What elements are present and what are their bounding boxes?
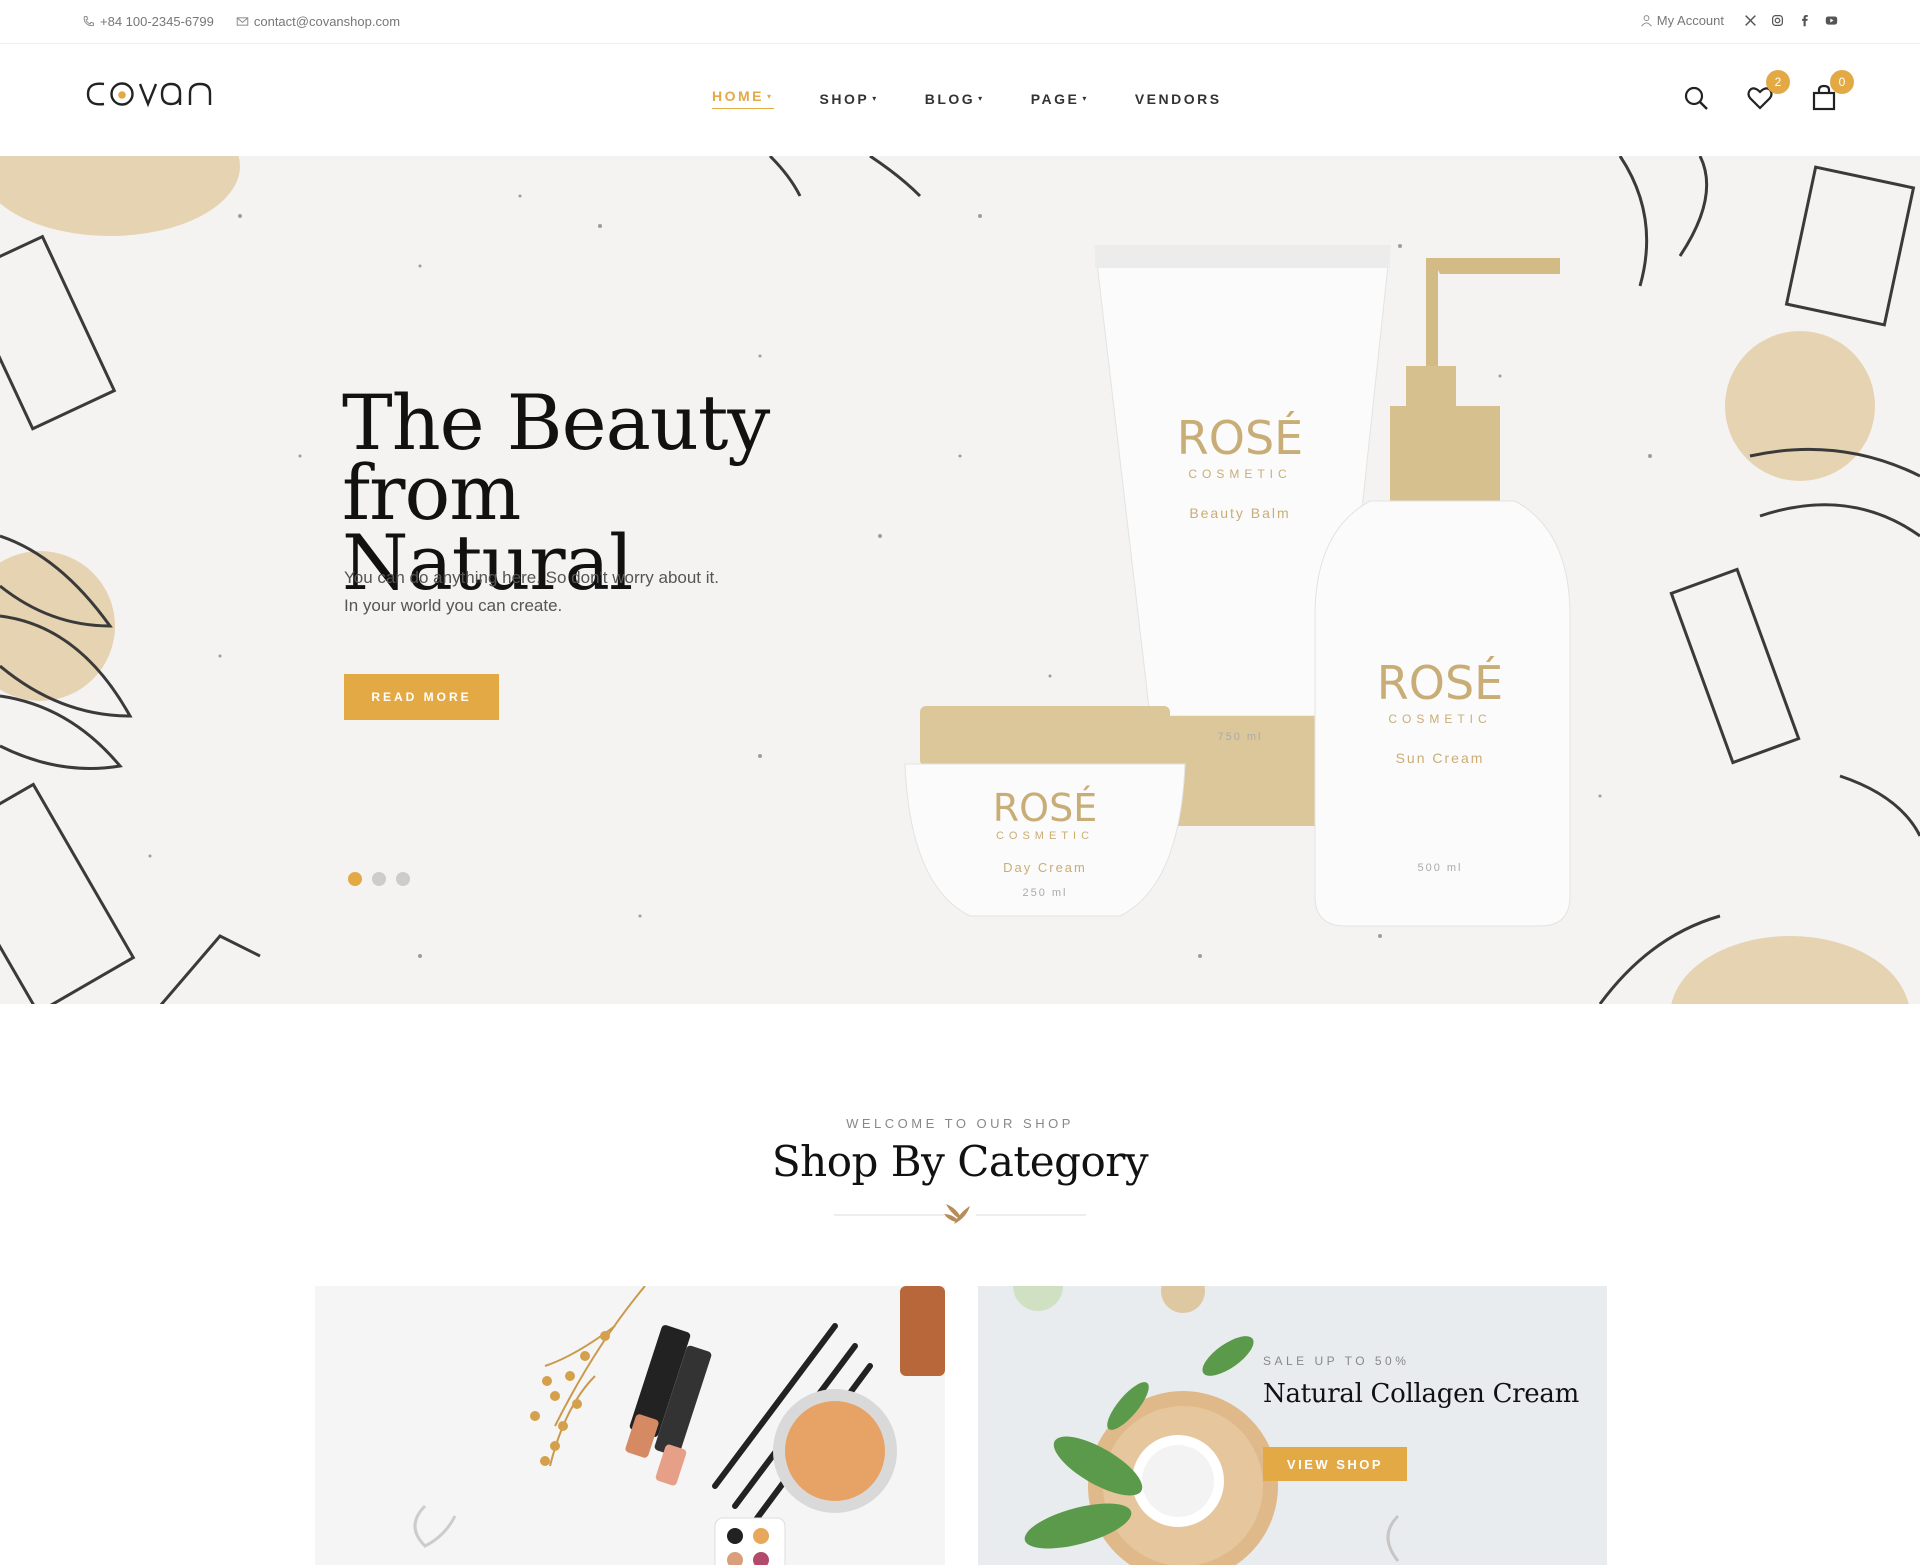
cart-count-badge: 0 <box>1830 70 1854 94</box>
slider-dot-2[interactable] <box>372 872 386 886</box>
makeup-category-image <box>413 1286 945 1565</box>
nav-vendors-label: VENDORS <box>1134 90 1222 107</box>
product-pump-bottle: ROSÉ COSMETIC Sun Cream 500 ml <box>1340 656 1540 874</box>
chevron-down-icon: ▾ <box>978 94 985 103</box>
nav-home[interactable]: HOME ▾ <box>712 88 774 109</box>
leaf-icon <box>944 1204 970 1224</box>
topbar-right: My Account <box>1640 13 1838 28</box>
youtube-icon[interactable] <box>1825 14 1838 27</box>
slider-dots <box>348 872 410 886</box>
product-size: 750 ml <box>1217 731 1263 743</box>
my-account-link[interactable]: My Account <box>1640 13 1724 28</box>
my-account-label: My Account <box>1656 13 1724 28</box>
slider-dot-1[interactable] <box>348 872 362 886</box>
wishlist-button[interactable]: 2 <box>1746 70 1790 112</box>
product-brand: ROSÉ <box>1176 411 1304 465</box>
main-header: covan HOME▾ SHOP▾ BLOG▾ PAGE▾ VENDORS 2 … <box>0 44 1920 156</box>
hero-slider: ROSÉ COSMETIC Beauty Balm 750 ml ROSÉ CO… <box>0 156 1920 1004</box>
site-logo[interactable]: covan <box>82 74 226 120</box>
search-button[interactable] <box>1682 84 1710 112</box>
nav-page[interactable]: PAGE ▾ <box>1031 88 1089 109</box>
collagen-cream-image <box>1013 1286 1400 1565</box>
topbar-phone[interactable]: +84 100-2345-6799 <box>82 14 214 29</box>
hero-title-line1: The Beauty from <box>342 378 770 537</box>
user-icon <box>1641 15 1652 27</box>
nav-blog[interactable]: BLOG ▾ <box>925 88 985 109</box>
product-name: Day Cream <box>1003 860 1087 875</box>
view-shop-button[interactable]: VIEW SHOP <box>1263 1447 1407 1481</box>
mail-icon <box>236 17 249 26</box>
wishlist-count-badge: 2 <box>1766 70 1790 94</box>
product-brand: ROSÉ <box>992 786 1098 830</box>
facebook-icon[interactable] <box>1798 14 1811 27</box>
email-address: contact@covanshop.com <box>253 14 401 29</box>
phone-icon <box>83 16 94 27</box>
search-icon <box>1684 86 1708 110</box>
logo-wordmark <box>86 82 212 108</box>
section-divider <box>834 1204 1086 1224</box>
product-sub: COSMETIC <box>1188 467 1292 481</box>
product-size: 250 ml <box>1022 887 1068 899</box>
chevron-down-icon: ▾ <box>767 91 774 101</box>
section-eyebrow: WELCOME TO OUR SHOP <box>846 1116 1074 1131</box>
nav-shop-label: SHOP <box>819 90 870 107</box>
product-tube: ROSÉ COSMETIC Beauty Balm 750 ml <box>1135 411 1345 743</box>
sale-tag: SALE UP TO 50% <box>1263 1354 1410 1368</box>
topbar-email[interactable]: contact@covanshop.com <box>236 14 400 29</box>
hero-subtitle-line1: You can do anything here. So don't worry… <box>344 568 719 587</box>
instagram-icon[interactable] <box>1771 14 1784 27</box>
x-icon[interactable] <box>1744 14 1757 27</box>
product-brand: ROSÉ <box>1376 656 1504 710</box>
product-jar: ROSÉ COSMETIC Day Cream 250 ml <box>945 786 1145 899</box>
product-sub: COSMETIC <box>1388 712 1492 726</box>
card-title: Natural Collagen Cream <box>1263 1379 1579 1409</box>
product-sub: COSMETIC <box>995 830 1095 842</box>
slider-dot-3[interactable] <box>396 872 410 886</box>
category-card-natural-collagen[interactable]: SALE UP TO 50% Natural Collagen Cream VI… <box>978 1286 1607 1565</box>
header-actions: 2 0 <box>1682 70 1854 112</box>
product-size: 500 ml <box>1417 862 1463 874</box>
category-card-makeup[interactable] <box>315 1286 945 1565</box>
main-nav: HOME ▾ SHOP ▾ BLOG ▾ PAGE ▾ VENDORS <box>712 88 1222 109</box>
nav-blog-label: BLOG <box>924 90 976 107</box>
phone-number: +84 100-2345-6799 <box>100 14 214 29</box>
chevron-down-icon: ▾ <box>872 94 879 103</box>
nav-home-label: HOME <box>712 88 764 104</box>
nav-shop[interactable]: SHOP ▾ <box>820 88 879 109</box>
hero-subtitle: You can do anything here. So don't worry… <box>344 564 824 620</box>
topbar: +84 100-2345-6799 contact@covanshop.com … <box>0 0 1920 44</box>
product-name: Beauty Balm <box>1189 505 1291 521</box>
social-links <box>1744 14 1838 27</box>
read-more-button[interactable]: READ MORE <box>344 674 499 720</box>
nav-vendors[interactable]: VENDORS <box>1135 88 1222 109</box>
hero-subtitle-line2: In your world you can create. <box>344 596 563 615</box>
section-title: Shop By Category <box>771 1137 1149 1186</box>
cart-button[interactable]: 0 <box>1810 70 1854 112</box>
nav-page-label: PAGE <box>1030 90 1080 107</box>
chevron-down-icon: ▾ <box>1082 94 1089 103</box>
topbar-contact: +84 100-2345-6799 contact@covanshop.com <box>82 14 400 29</box>
product-name: Sun Cream <box>1395 750 1485 766</box>
